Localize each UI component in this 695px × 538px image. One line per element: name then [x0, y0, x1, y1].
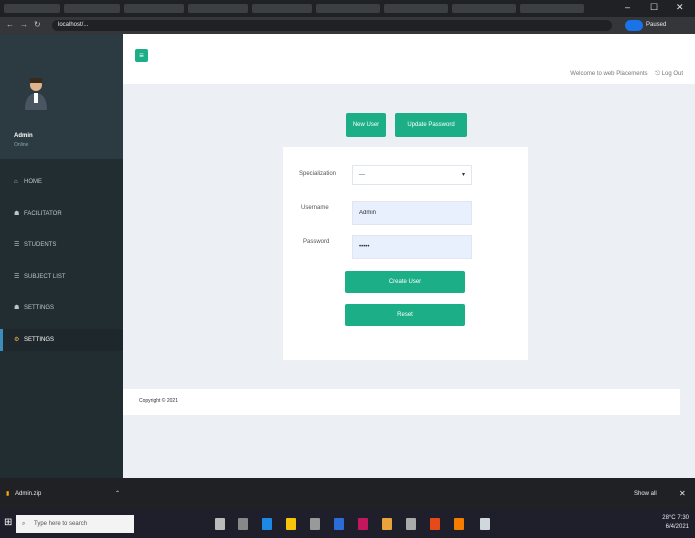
task-view-icon[interactable] [215, 518, 225, 530]
reload-icon[interactable]: ↻ [34, 20, 41, 29]
reset-button[interactable]: Reset [345, 304, 465, 326]
profile-avatar[interactable] [625, 20, 643, 31]
user-status: Online [14, 142, 29, 148]
chevron-up-icon[interactable]: ⌃ [115, 486, 120, 502]
avatar [25, 78, 47, 110]
app-icon[interactable] [406, 518, 416, 530]
taskbar-search-placeholder: Type here to search [34, 521, 88, 527]
browser-toolbar: ← → ↻ localhost/... Paused [0, 17, 695, 34]
taskbar-search[interactable]: ⌕ Type here to search [16, 515, 134, 533]
back-icon[interactable]: ← [6, 20, 14, 29]
app-icon[interactable] [310, 518, 320, 530]
app-icon[interactable] [238, 518, 248, 530]
browser-tab[interactable] [384, 4, 448, 13]
logout-label: Log Out [661, 71, 683, 77]
username-field[interactable] [352, 201, 472, 225]
user-name: Admin [14, 133, 33, 139]
browser-tab[interactable] [188, 4, 248, 13]
app-icon[interactable] [334, 518, 344, 530]
list-icon: ☰ [14, 273, 20, 280]
close-icon[interactable]: ✕ [676, 2, 684, 13]
browser-tab[interactable] [452, 4, 516, 13]
sidebar-item-label: SETTINGS [24, 305, 55, 311]
page-footer: Copyright © 2021 [123, 389, 680, 415]
copyright-text: Copyright © 2021 [139, 398, 178, 404]
app-icon[interactable] [454, 518, 464, 530]
download-file-name: Admin.zip [14, 491, 42, 497]
browser-tab[interactable] [316, 4, 380, 13]
app-icon[interactable] [480, 518, 490, 530]
browser-tab[interactable] [124, 4, 184, 13]
password-label: Password [303, 239, 330, 245]
specialization-select[interactable]: --- ▾ [352, 165, 472, 185]
sidebar-item-settings[interactable]: ⚙ SETTINGS [0, 328, 123, 351]
edge-icon[interactable] [262, 518, 272, 530]
create-user-form: Specialization --- ▾ Username Password C… [283, 147, 528, 360]
downloads-bar: ▮ Admin.zip ⌃ Show all ✕ [0, 478, 695, 510]
windows-start-icon[interactable]: ⊞ [4, 517, 12, 528]
system-tray[interactable]: 28°C 7:30 6/4/2021 [662, 514, 689, 532]
chrome-icon[interactable] [382, 518, 392, 530]
clock-time: 7:30 [677, 515, 689, 521]
users-icon: ☗ [14, 210, 20, 217]
specialization-value: --- [359, 172, 365, 178]
gear-icon: ⚙ [14, 336, 20, 343]
welcome-text: Welcome to web Placements [570, 71, 648, 77]
file-icon: ▮ [6, 491, 10, 497]
top-header: ≡ Welcome to web Placements ⎋ Log Out [123, 34, 695, 84]
browser-tab[interactable] [4, 4, 60, 13]
sidebar-item-label: STUDENTS [24, 242, 57, 248]
close-downloads-icon[interactable]: ✕ [679, 486, 686, 502]
address-bar[interactable]: localhost/... [52, 20, 612, 31]
temperature-text: 28°C [662, 515, 676, 521]
maximize-icon[interactable]: ☐ [650, 2, 658, 13]
profile-status[interactable]: Paused [646, 20, 666, 31]
minimize-icon[interactable]: – [625, 2, 630, 12]
search-icon: ⌕ [22, 521, 26, 527]
new-user-button[interactable]: New User [346, 113, 386, 137]
password-field[interactable] [352, 235, 472, 259]
sidebar-item-home[interactable]: ⌂ HOME [0, 171, 123, 193]
clock-date: 6/4/2021 [665, 524, 689, 530]
browser-tab[interactable] [520, 4, 584, 13]
home-icon: ⌂ [14, 179, 18, 185]
username-label: Username [301, 205, 329, 211]
browser-tab[interactable] [64, 4, 120, 13]
specialization-label: Specialization [299, 171, 337, 177]
app-icon[interactable] [358, 518, 368, 530]
user-icon: ☗ [14, 305, 20, 311]
update-password-button[interactable]: Update Password [395, 113, 467, 137]
sidebar-item-label: SETTINGS [24, 336, 55, 343]
download-item[interactable]: ▮ Admin.zip ⌃ [6, 486, 124, 502]
sidebar-item-label: HOME [24, 179, 42, 185]
list-icon: ☰ [14, 242, 20, 248]
sidebar-item-subject-list[interactable]: ☰ SUBJECT LIST [0, 266, 123, 288]
sidebar: Admin Online ⌂ HOME ☗ FACILITATOR ☰ STUDENTS ☰… [0, 34, 123, 478]
sidebar-item-students[interactable]: ☰ STUDENTS [0, 234, 123, 256]
forward-icon[interactable]: → [20, 20, 28, 29]
sidebar-item-label: SUBJECT LIST [24, 273, 66, 280]
browser-tab-strip: – ☐ ✕ [0, 0, 695, 17]
show-all-button[interactable]: Show all [634, 486, 657, 502]
sidebar-item-label: FACILITATOR [24, 210, 62, 217]
user-panel: Admin Online [0, 34, 123, 159]
file-explorer-icon[interactable] [286, 518, 296, 530]
sidebar-item-facilitator[interactable]: ☗ FACILITATOR [0, 203, 123, 225]
create-user-button[interactable]: Create User [345, 271, 465, 293]
taskbar: ⊞ ⌕ Type here to search 28°C 7:30 6/4/20… [0, 510, 695, 538]
app-icon[interactable] [430, 518, 440, 530]
header-user-info: Welcome to web Placements ⎋ Log Out [570, 71, 683, 78]
logout-link[interactable]: ⎋ Log Out [655, 71, 683, 77]
sidebar-toggle-button[interactable]: ≡ [135, 49, 148, 62]
chevron-down-icon: ▾ [461, 172, 465, 178]
browser-tab[interactable] [252, 4, 312, 13]
sidebar-item-settings[interactable]: ☗ SETTINGS [0, 297, 123, 319]
